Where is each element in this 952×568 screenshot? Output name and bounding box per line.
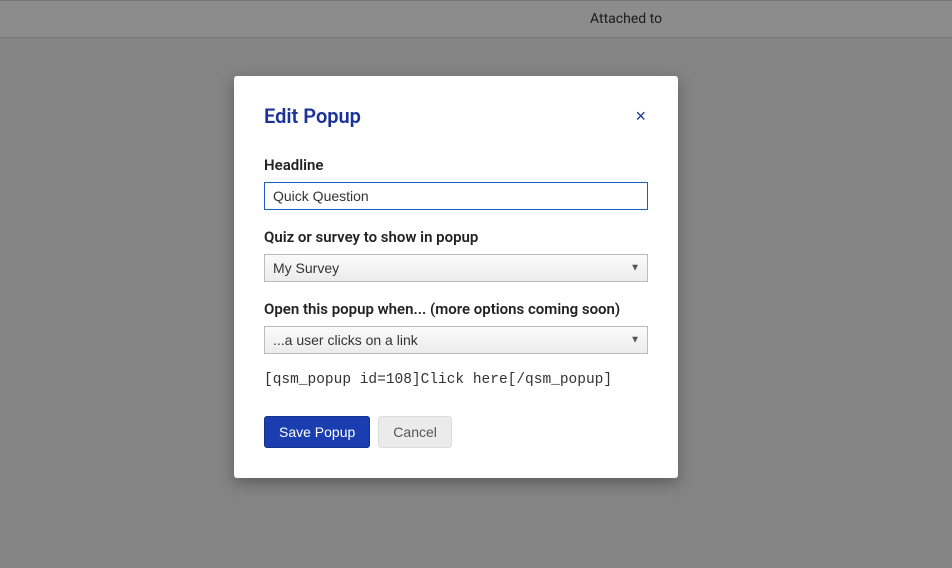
- edit-popup-modal: Edit Popup × Headline Quiz or survey to …: [234, 76, 678, 478]
- headline-label: Headline: [264, 156, 648, 174]
- quiz-select-wrapper: My Survey ▼: [264, 254, 648, 282]
- modal-header: Edit Popup ×: [264, 104, 648, 128]
- modal-title: Edit Popup: [264, 104, 361, 128]
- save-button[interactable]: Save Popup: [264, 416, 370, 448]
- headline-input[interactable]: [264, 182, 648, 210]
- close-icon[interactable]: ×: [633, 107, 648, 125]
- trigger-select[interactable]: ...a user clicks on a link: [264, 326, 648, 354]
- quiz-label: Quiz or survey to show in popup: [264, 228, 648, 246]
- cancel-button[interactable]: Cancel: [378, 416, 452, 448]
- trigger-label: Open this popup when... (more options co…: [264, 300, 648, 318]
- shortcode-text: [qsm_popup id=108]Click here[/qsm_popup]: [264, 372, 648, 388]
- button-row: Save Popup Cancel: [264, 416, 648, 448]
- trigger-select-wrapper: ...a user clicks on a link ▼: [264, 326, 648, 354]
- trigger-field-group: Open this popup when... (more options co…: [264, 300, 648, 354]
- quiz-select[interactable]: My Survey: [264, 254, 648, 282]
- quiz-field-group: Quiz or survey to show in popup My Surve…: [264, 228, 648, 282]
- headline-field-group: Headline: [264, 156, 648, 210]
